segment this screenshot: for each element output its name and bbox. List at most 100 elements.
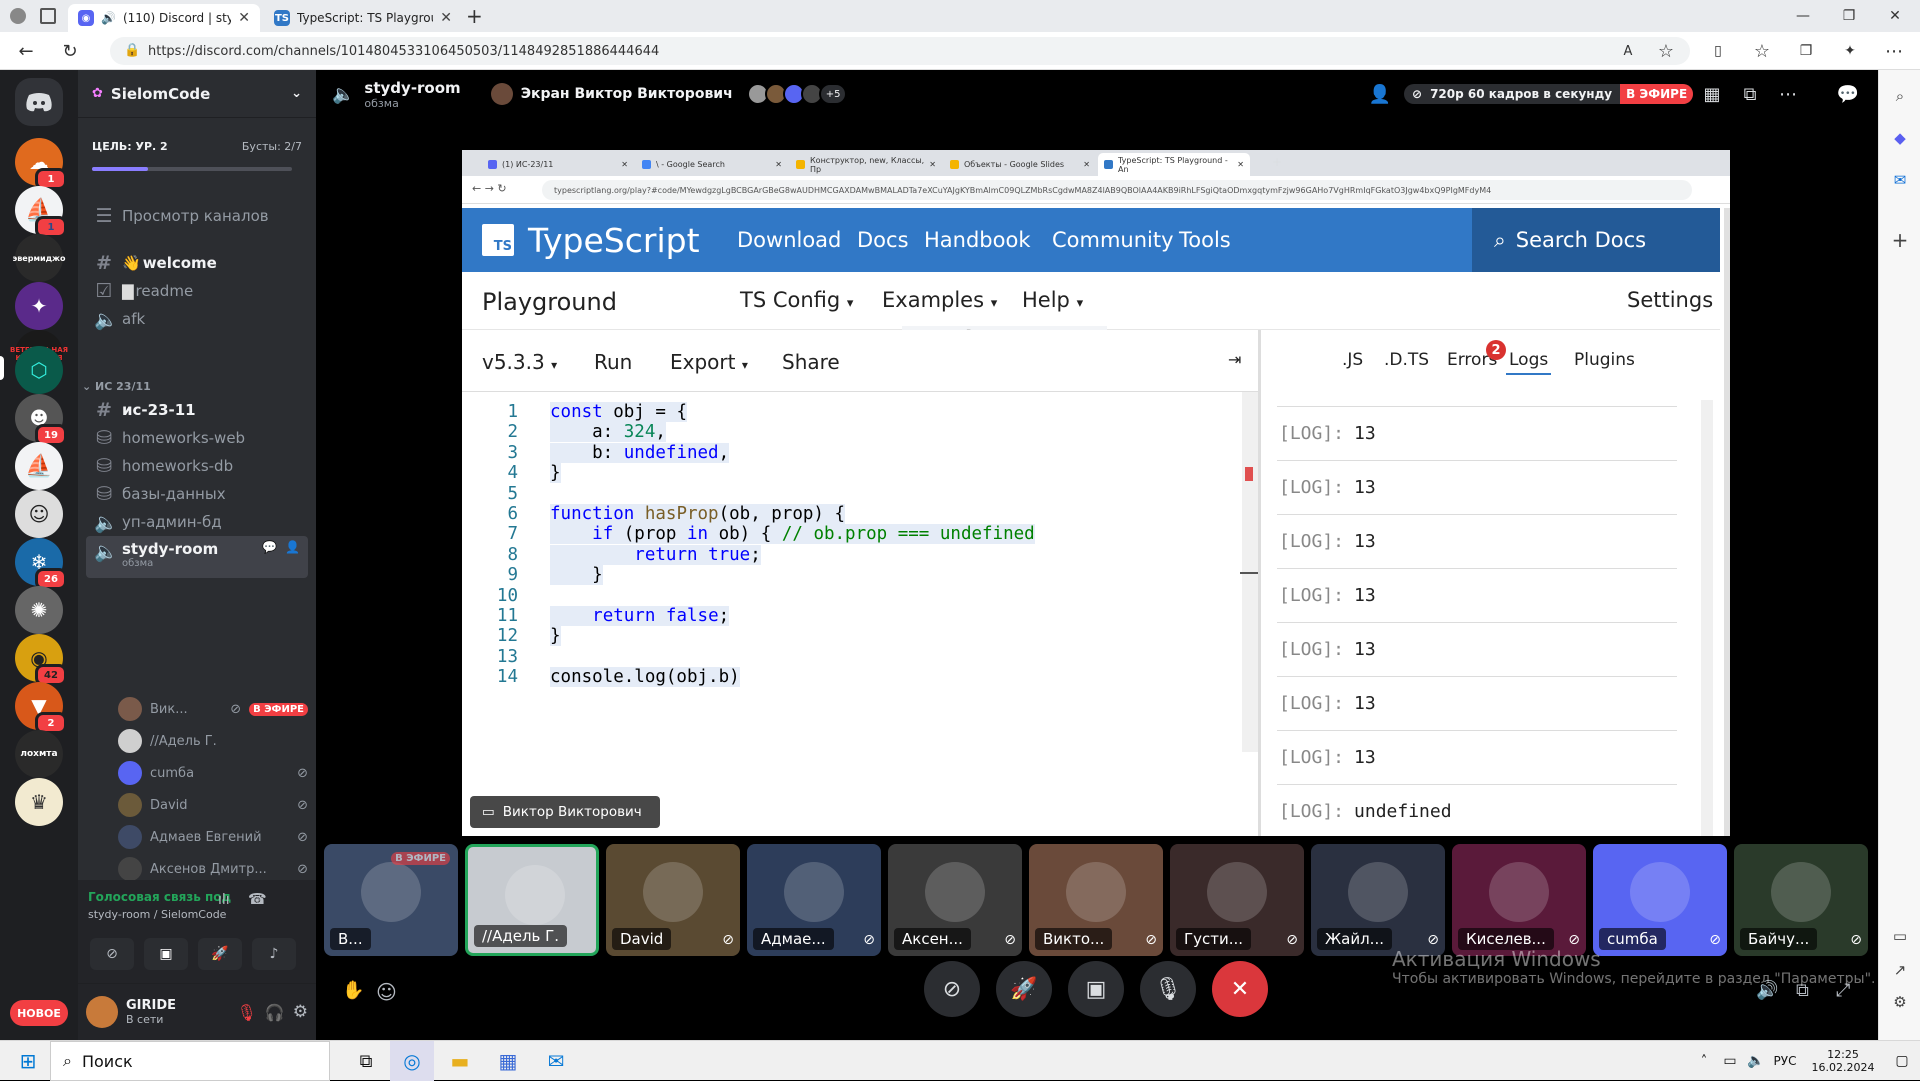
- voice-user[interactable]: David ⊘: [118, 790, 308, 820]
- voice-user[interactable]: Вик... ⊘ В ЭФИРЕ: [118, 694, 308, 724]
- close-tab-icon[interactable]: ✕: [440, 10, 452, 26]
- minimize-button[interactable]: —: [1780, 0, 1826, 32]
- add-user-icon[interactable]: 👤: [1368, 82, 1392, 106]
- more-menu-icon[interactable]: ⋯: [1884, 41, 1904, 62]
- emoji-icon[interactable]: ☺: [376, 980, 397, 1004]
- edge-app-icon[interactable]: ◎: [390, 1041, 434, 1081]
- store-app-icon[interactable]: ▦: [486, 1041, 530, 1081]
- mail-app-icon[interactable]: ✉: [534, 1041, 578, 1081]
- tab-discord[interactable]: ◉ 🔊 (110) Discord | stydy-room | ✕: [68, 4, 260, 32]
- server-header[interactable]: ✿ SielomCode ⌄: [78, 70, 316, 118]
- copilot-icon[interactable]: ◆: [1890, 128, 1910, 148]
- server-icon[interactable]: ▼ 2: [15, 682, 67, 734]
- server-icon[interactable]: ⛵: [15, 442, 63, 490]
- refresh-icon[interactable]: ↻: [60, 41, 80, 62]
- add-sidebar-icon[interactable]: +: [1890, 228, 1910, 252]
- avatar[interactable]: [86, 996, 118, 1028]
- participant-tile[interactable]: Жайл... ⊘: [1311, 844, 1445, 956]
- grid-icon[interactable]: ▦: [1700, 82, 1724, 106]
- chat-icon[interactable]: 💬: [262, 540, 277, 554]
- home-discord-icon[interactable]: [15, 78, 63, 126]
- url-field[interactable]: 🔒 https://discord.com/channels/101480453…: [110, 37, 1690, 65]
- disconnect-icon[interactable]: ☎: [248, 890, 267, 908]
- activities-button[interactable]: 🚀: [996, 961, 1052, 1017]
- read-aloud-icon[interactable]: A: [1618, 41, 1638, 61]
- task-view-icon[interactable]: ⧉: [346, 1041, 386, 1081]
- more-icon[interactable]: ⋯: [1776, 82, 1800, 106]
- favorite-star-icon[interactable]: ☆: [1656, 41, 1676, 62]
- volume-icon[interactable]: 🔈: [1744, 1041, 1768, 1081]
- server-icon[interactable]: ✺: [15, 586, 63, 634]
- boost-goal[interactable]: ЦЕЛЬ: УР. 2 Бусты: 2/7: [92, 140, 302, 153]
- network-icon[interactable]: ▭: [1718, 1041, 1742, 1081]
- camera-toggle-button[interactable]: ⊘: [924, 961, 980, 1017]
- server-icon[interactable]: ❄ 26: [15, 538, 67, 590]
- language-indicator[interactable]: РУС: [1770, 1041, 1800, 1081]
- server-icon[interactable]: ☁ 1: [15, 138, 67, 190]
- settings-icon[interactable]: ⚙: [1890, 992, 1910, 1012]
- chat-icon[interactable]: 💬: [1836, 82, 1860, 106]
- back-icon[interactable]: ←: [16, 41, 36, 62]
- new-badge[interactable]: НОВОЕ: [10, 1000, 68, 1026]
- voice-user[interactable]: //Адель Г.: [118, 726, 308, 756]
- server-icon[interactable]: ☺: [15, 490, 63, 538]
- collections-icon[interactable]: ❐: [1796, 41, 1816, 61]
- server-icon[interactable]: лохмта: [15, 730, 63, 778]
- server-icon[interactable]: эвермиджо: [12, 234, 66, 282]
- extensions-icon[interactable]: ✦: [1840, 41, 1860, 61]
- lock-icon[interactable]: 🔒: [124, 43, 140, 58]
- participant-tile[interactable]: Байчу... ⊘: [1734, 844, 1868, 956]
- chevron-up-icon[interactable]: ˄: [1694, 1041, 1714, 1081]
- profile-icon[interactable]: [10, 8, 26, 24]
- close-tab-icon[interactable]: ✕: [238, 10, 250, 26]
- screen-share-icon[interactable]: ▣: [144, 938, 188, 970]
- mic-muted-icon[interactable]: 🎙: [237, 1003, 257, 1022]
- channel-afk[interactable]: 🔈 afk: [86, 303, 308, 335]
- popout-icon[interactable]: ⧉: [1738, 82, 1762, 106]
- split-screen-icon[interactable]: ▯: [1708, 41, 1728, 61]
- sidebar-toggle-icon[interactable]: ▭: [1890, 926, 1910, 946]
- participant-tile[interactable]: Викто... ⊘: [1029, 844, 1163, 956]
- tab-typescript[interactable]: TS TypeScript: TS Playground - An o ✕: [264, 4, 462, 32]
- mic-toggle-button[interactable]: 🎙: [1140, 961, 1196, 1017]
- close-window-button[interactable]: ✕: [1872, 0, 1918, 32]
- voice-user[interactable]: Адмаев Евгений ⊘: [118, 822, 308, 852]
- gear-icon[interactable]: ⚙: [293, 1002, 308, 1022]
- participant-tile[interactable]: Киселев... ⊘: [1452, 844, 1586, 956]
- server-icon[interactable]: ✦: [15, 282, 63, 330]
- participant-tile[interactable]: Густи... ⊘: [1170, 844, 1304, 956]
- maximize-button[interactable]: ❐: [1826, 0, 1872, 32]
- shared-screen[interactable]: (1) ИС-23/11 ✕ \ - Google Search ✕ Констру…: [462, 150, 1730, 836]
- speaker-icon[interactable]: 🔊: [101, 11, 116, 25]
- participant-tile[interactable]: cumба ⊘: [1593, 844, 1727, 956]
- taskbar-search[interactable]: ⌕ Поиск: [50, 1041, 330, 1081]
- tab-actions-icon[interactable]: [40, 8, 56, 24]
- server-icon[interactable]: ♛: [15, 778, 63, 826]
- server-icon-active[interactable]: ⬡: [15, 346, 63, 394]
- category-header[interactable]: ⌄ ИС 23/11: [82, 380, 151, 393]
- participant-tile[interactable]: David ⊘: [606, 844, 740, 956]
- notification-icon[interactable]: ▢: [1890, 1041, 1914, 1081]
- viewers-more[interactable]: +5: [818, 83, 848, 105]
- server-icon[interactable]: ◉ 42: [15, 634, 67, 686]
- explorer-app-icon[interactable]: ▬: [438, 1041, 482, 1081]
- channel-stydy-room[interactable]: 🔈 stydy-room обзма 💬 👤: [86, 536, 308, 578]
- voice-user[interactable]: cumба ⊘: [118, 758, 308, 788]
- participant-tile[interactable]: Аксен... ⊘: [888, 844, 1022, 956]
- search-icon[interactable]: ⌕: [1890, 86, 1910, 106]
- voice-status[interactable]: Голосовая связь под: [88, 890, 231, 904]
- channel-up-admin-bd[interactable]: 🔈 уп-админ-бд: [86, 506, 308, 538]
- external-link-icon[interactable]: ↗: [1890, 960, 1910, 980]
- windows-start-icon[interactable]: ⊞: [8, 1041, 48, 1081]
- favorites-icon[interactable]: ☆: [1752, 41, 1772, 62]
- outlook-icon[interactable]: ✉: [1890, 170, 1910, 190]
- raise-hand-icon[interactable]: ✋: [342, 980, 364, 1001]
- leave-call-button[interactable]: ✕: [1212, 961, 1268, 1017]
- browse-channels[interactable]: ☰ Просмотр каналов: [86, 200, 308, 232]
- stream-quality-badge[interactable]: ⊘ 720p 60 кадров в секунду В ЭФИРЕ: [1404, 84, 1694, 104]
- clock[interactable]: 12:25 16.02.2024: [1808, 1041, 1878, 1081]
- new-tab-button[interactable]: +: [466, 4, 483, 28]
- soundboard-icon[interactable]: ♪: [252, 938, 296, 970]
- headphones-muted-icon[interactable]: 🎧: [265, 1003, 285, 1022]
- camera-off-icon[interactable]: ⊘: [90, 938, 134, 970]
